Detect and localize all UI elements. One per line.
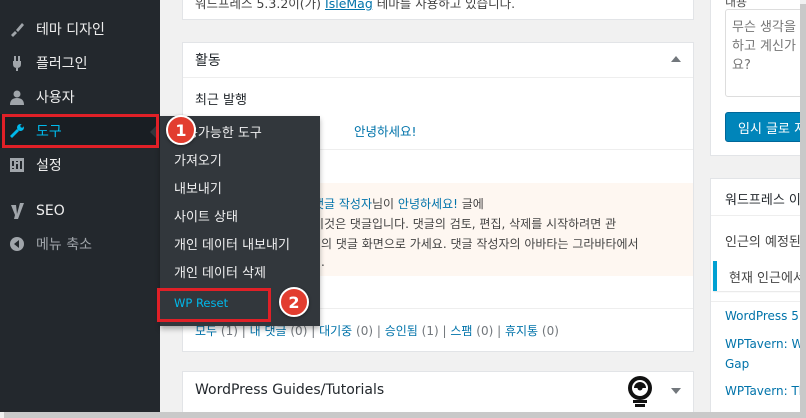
quick-draft-panel: 내용 임시 글로 저장 xyxy=(710,0,800,156)
filter-count: (0) xyxy=(476,324,494,338)
news-title: 워드프레스 이벤트 및 뉴스 xyxy=(725,193,800,208)
step-badge-2: 2 xyxy=(279,287,309,317)
comment-meta: 댓글 작성자님이 안녕하세요! 글에 xyxy=(313,195,484,212)
filter-approved[interactable]: 승인됨 xyxy=(385,324,418,338)
submenu-item-site-health[interactable]: 사이트 상태 xyxy=(174,205,238,231)
admin-sidebar: 테마 디자인 플러그인 사용자 도구 설정 SEO 메뉴 축소 xyxy=(0,0,160,412)
sidebar-item-label: SEO xyxy=(36,203,65,219)
right-column: 내용 임시 글로 저장 워드프레스 이벤트 및 뉴스 인근의 예정된 이벤트 현… xyxy=(710,0,800,412)
comment-post-link[interactable]: 안녕하세요! xyxy=(398,197,458,211)
guides-panel: WordPress Guides/Tutorials xyxy=(182,371,694,412)
theme-link[interactable]: IsleMag xyxy=(325,0,373,11)
yoast-icon xyxy=(8,202,26,220)
sidebar-collapse-menu[interactable]: 메뉴 축소 xyxy=(0,227,160,261)
frame-shadow-bottom xyxy=(4,412,806,418)
settings-icon xyxy=(8,156,26,174)
at-a-glance-panel: 워드프레스 5.3.2이(가) IsleMag 테마를 사용하고 있습니다. xyxy=(182,0,694,20)
news-link[interactable]: WPTavern: Th xyxy=(725,384,800,398)
filter-count: (0) xyxy=(356,324,374,338)
sidebar-item-plugins[interactable]: 플러그인 xyxy=(0,46,160,80)
sidebar-item-label: 메뉴 축소 xyxy=(36,237,92,253)
guides-logo-icon xyxy=(628,376,652,407)
news-divider xyxy=(711,215,800,216)
collapse-arrow-icon[interactable] xyxy=(671,56,681,62)
filter-count: (1) xyxy=(421,324,439,338)
recent-published-heading: 최근 발행 xyxy=(195,93,247,108)
sidebar-item-label: 테마 디자인 xyxy=(36,22,105,38)
submenu-item-export-personal-data[interactable]: 개인 데이터 내보내기 xyxy=(174,233,290,259)
filter-pending[interactable]: 대기중 xyxy=(319,324,352,338)
collapse-icon xyxy=(8,235,26,253)
sidebar-item-appearance[interactable]: 테마 디자인 xyxy=(0,12,160,46)
sidebar-item-settings[interactable]: 설정 xyxy=(0,148,160,182)
submenu-item-import[interactable]: 가져오기 xyxy=(174,149,222,175)
news-panel: 워드프레스 이벤트 및 뉴스 인근의 예정된 이벤트 현재 인근에서 열리는 이… xyxy=(710,178,800,412)
user-icon xyxy=(8,88,26,106)
news-link[interactable]: WPTavern: W xyxy=(725,337,800,351)
filter-mine[interactable]: 내 댓글 xyxy=(250,324,287,338)
guides-title: WordPress Guides/Tutorials xyxy=(195,382,385,398)
sidebar-item-label: 플러그인 xyxy=(36,56,88,72)
filter-count: (0) xyxy=(290,324,308,338)
comment-meta-suffix: 글에 xyxy=(457,197,484,211)
tools-highlight-box xyxy=(2,114,159,148)
comment-author-link[interactable]: 댓글 작성자 xyxy=(313,197,372,211)
recent-post-link[interactable]: 안녕하세요! xyxy=(354,121,417,140)
filter-all[interactable]: 모두 xyxy=(195,324,217,338)
comment-text-line: 의 댓글 화면으로 가세요. 댓글 작성자의 아바타는 그라바타에서 xyxy=(321,237,639,251)
location-notice: 현재 인근에서 열리는 이벤트가 없습니다. xyxy=(713,261,800,291)
filter-trash[interactable]: 휴지통 xyxy=(505,324,538,338)
news-divider xyxy=(711,301,800,302)
wp-reset-highlight-box xyxy=(157,288,271,322)
sidebar-item-label: 설정 xyxy=(36,158,62,174)
submenu-item-erase-personal-data[interactable]: 개인 데이터 삭제 xyxy=(174,261,266,287)
step-badge-1: 1 xyxy=(166,115,196,145)
activity-title: 활동 xyxy=(195,53,221,69)
theme-info-text: 워드프레스 5.3.2이(가) xyxy=(195,0,326,11)
filter-spam[interactable]: 스팸 xyxy=(450,324,472,338)
save-draft-button[interactable]: 임시 글로 저장 xyxy=(725,112,800,142)
filter-count: (0) xyxy=(541,324,559,338)
frame-shadow-right xyxy=(800,4,806,418)
plugin-icon xyxy=(8,54,26,72)
sidebar-item-seo[interactable]: SEO xyxy=(0,194,160,228)
activity-header[interactable]: 활동 xyxy=(183,43,693,78)
screenshot-frame: 워드프레스 5.3.2이(가) IsleMag 테마를 사용하고 있습니다. 활… xyxy=(0,0,800,412)
comment-meta-text: 님이 xyxy=(372,197,398,211)
sidebar-item-label: 사용자 xyxy=(36,90,75,106)
expand-arrow-icon[interactable] xyxy=(671,388,681,394)
draft-content-textarea[interactable] xyxy=(725,9,800,97)
comment-text-line: 이것은 댓글입니다. 댓글의 검토, 편집, 삭제를 시작하려면 관 xyxy=(313,217,617,231)
comment-text-line: . xyxy=(321,255,325,269)
filter-count: (1) xyxy=(220,324,238,338)
nearby-events-text: 인근의 예정된 이벤트 xyxy=(725,235,800,250)
news-link[interactable]: Gap xyxy=(725,357,749,371)
theme-info-suffix: 테마를 사용하고 있습니다. xyxy=(372,0,516,11)
location-notice-text: 현재 인근에서 열리는 이벤트가 없습니다. xyxy=(729,271,800,286)
news-link[interactable]: WordPress 5.3.2 xyxy=(725,309,800,323)
submenu-item-export[interactable]: 내보내기 xyxy=(174,177,222,203)
sidebar-item-users[interactable]: 사용자 xyxy=(0,80,160,114)
paintbrush-icon xyxy=(8,20,26,38)
